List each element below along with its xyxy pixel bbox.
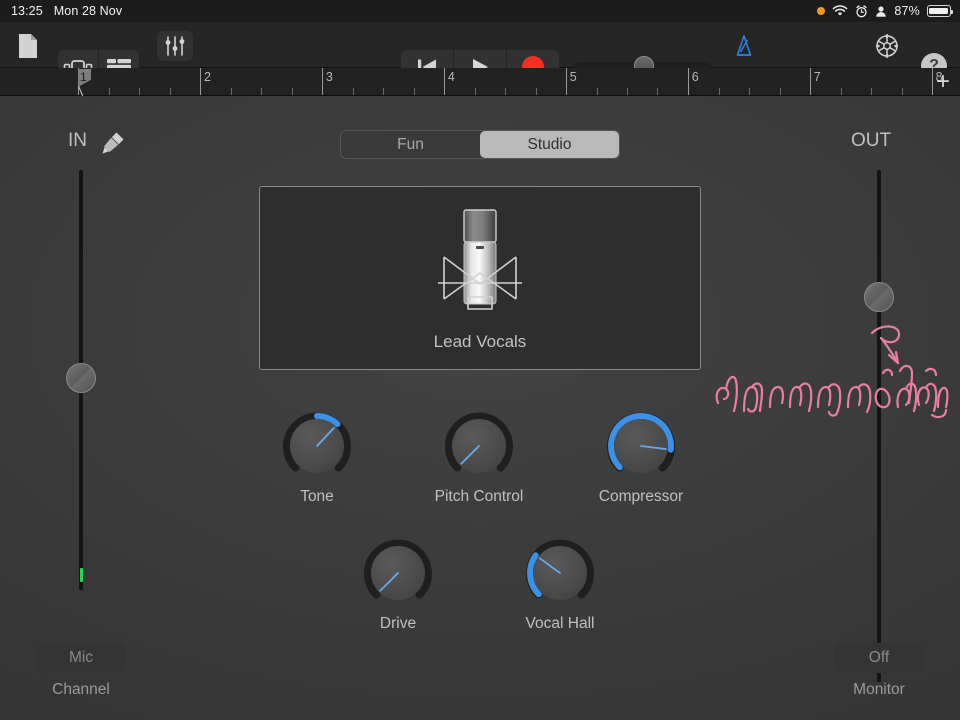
knob-vocal-hall[interactable]: Vocal Hall — [505, 537, 615, 633]
knob-compressor-label: Compressor — [598, 488, 684, 505]
playhead-line — [78, 85, 84, 97]
ruler-tick — [291, 88, 293, 95]
status-bar-left: 13:25 Mon 28 Nov — [0, 4, 122, 18]
channel-button-label: Mic — [68, 649, 94, 666]
document-icon — [19, 34, 37, 58]
metronome-icon — [736, 35, 752, 56]
knob-pitch-control-pointer — [460, 445, 480, 465]
ruler-bar-5: 5 — [565, 68, 577, 95]
tab-studio[interactable]: Studio — [480, 131, 619, 158]
condenser-microphone-icon — [438, 208, 522, 310]
ruler-bar-2: 2 — [199, 68, 211, 95]
knob-pitch-control-label: Pitch Control — [434, 488, 524, 505]
add-track-label: + — [935, 68, 950, 95]
person-icon — [876, 5, 887, 17]
ruler-tick — [169, 88, 171, 95]
knob-drive[interactable]: Drive — [343, 537, 453, 633]
input-title: IN — [68, 130, 87, 151]
ruler-marks: 1 2 3 4 5 6 7 8 — [78, 68, 943, 95]
knob-drive-dial[interactable] — [362, 537, 434, 609]
battery-icon — [927, 5, 954, 17]
audio-jack-icon — [102, 132, 124, 154]
ruler-tick — [230, 88, 232, 95]
knob-compressor-pointer — [640, 445, 667, 450]
output-fader-track — [877, 170, 881, 682]
playhead[interactable]: 1 — [78, 69, 92, 97]
input-fader[interactable] — [66, 170, 96, 590]
instrument-preset-panel[interactable]: Lead Vocals — [259, 186, 701, 370]
ruler-bar-7: 7 — [809, 68, 821, 95]
battery-percent: 87% — [894, 4, 920, 18]
status-bar-right: 87% — [817, 4, 960, 18]
ruler-tick — [779, 88, 781, 95]
input-fader-knob[interactable] — [66, 363, 96, 393]
alarm-clock-icon — [856, 4, 868, 17]
ruler-bar-4: 4 — [443, 68, 455, 95]
ruler-tick — [596, 88, 598, 95]
knob-tone-pointer — [316, 426, 335, 447]
status-date: Mon 28 Nov — [53, 4, 123, 18]
playhead-bar-number: 1 — [80, 70, 87, 84]
knob-compressor-dial[interactable] — [605, 410, 677, 482]
mixer-button[interactable] — [157, 31, 193, 61]
instrument-name: Lead Vocals — [433, 331, 527, 351]
studio-fx-panel: Fun Studio Lead Vocals Tone Pitch Contro… — [0, 96, 960, 720]
main-toolbar: ? — [0, 22, 960, 83]
knob-drive-label: Drive — [379, 615, 417, 632]
output-fader-knob[interactable] — [864, 282, 894, 312]
ruler-tick — [840, 88, 842, 95]
input-level-meter — [79, 568, 83, 582]
knob-vocal-hall-dial[interactable] — [524, 537, 596, 609]
knob-vocal-hall-label: Vocal Hall — [525, 615, 595, 632]
handwritten-annotation — [700, 311, 950, 436]
mixer-faders-icon — [165, 36, 185, 56]
ruler-tick — [505, 88, 506, 95]
ruler-tick — [474, 88, 476, 95]
tab-fun[interactable]: Fun — [341, 131, 480, 158]
ruler-tick — [108, 88, 110, 95]
ruler-tick — [901, 88, 903, 95]
recording-indicator-dot-icon — [817, 7, 826, 15]
knob-compressor[interactable]: Compressor — [586, 410, 696, 506]
wifi-icon — [833, 5, 848, 16]
ruler-tick — [627, 88, 628, 95]
ruler-tick — [261, 88, 262, 95]
ruler-tick — [413, 88, 415, 95]
ruler-tick — [535, 88, 537, 95]
monitor-button[interactable]: Off — [834, 643, 924, 673]
knob-tone-label: Tone — [300, 488, 334, 505]
garageband-app-window: 13:25 Mon 28 Nov 87% ? 2 3 4 5 6 7 8 1 +… — [0, 0, 960, 720]
my-songs-document-button[interactable] — [12, 31, 44, 61]
knob-vocal-hall-pointer — [538, 557, 561, 574]
fx-mode-segmented-control: Fun Studio — [340, 130, 620, 159]
ruler-tick — [718, 88, 720, 95]
add-track-button[interactable]: + — [932, 70, 954, 94]
gear-icon — [875, 34, 899, 58]
handwritten-thai-text-with-arrow — [715, 325, 949, 419]
knob-pitch-control[interactable]: Pitch Control — [424, 410, 534, 506]
ruler-tick — [139, 88, 140, 95]
metronome-button[interactable] — [729, 31, 759, 61]
status-time: 13:25 — [11, 4, 43, 18]
ios-status-bar: 13:25 Mon 28 Nov 87% — [0, 0, 960, 22]
ruler-tick — [749, 88, 750, 95]
monitor-label: Monitor — [853, 681, 905, 698]
ruler-tick — [657, 88, 659, 95]
channel-button[interactable]: Mic — [36, 643, 126, 673]
knob-pitch-control-dial[interactable] — [443, 410, 515, 482]
ruler-bar-3: 3 — [321, 68, 333, 95]
knob-tone[interactable]: Tone — [262, 410, 372, 506]
monitor-button-label: Off — [868, 649, 890, 666]
output-fader[interactable] — [864, 170, 894, 682]
ruler-tick — [352, 88, 354, 95]
ruler-tick — [871, 88, 872, 95]
settings-button[interactable] — [872, 31, 902, 61]
knob-tone-dial[interactable] — [281, 410, 353, 482]
ruler-bar-6: 6 — [687, 68, 699, 95]
knob-drive-pointer — [379, 572, 399, 592]
channel-label: Channel — [52, 681, 110, 698]
output-title: OUT — [851, 130, 892, 151]
timeline-ruler[interactable]: 1 2 3 4 5 6 7 8 1 + — [0, 68, 960, 97]
ruler-tick — [383, 88, 384, 95]
